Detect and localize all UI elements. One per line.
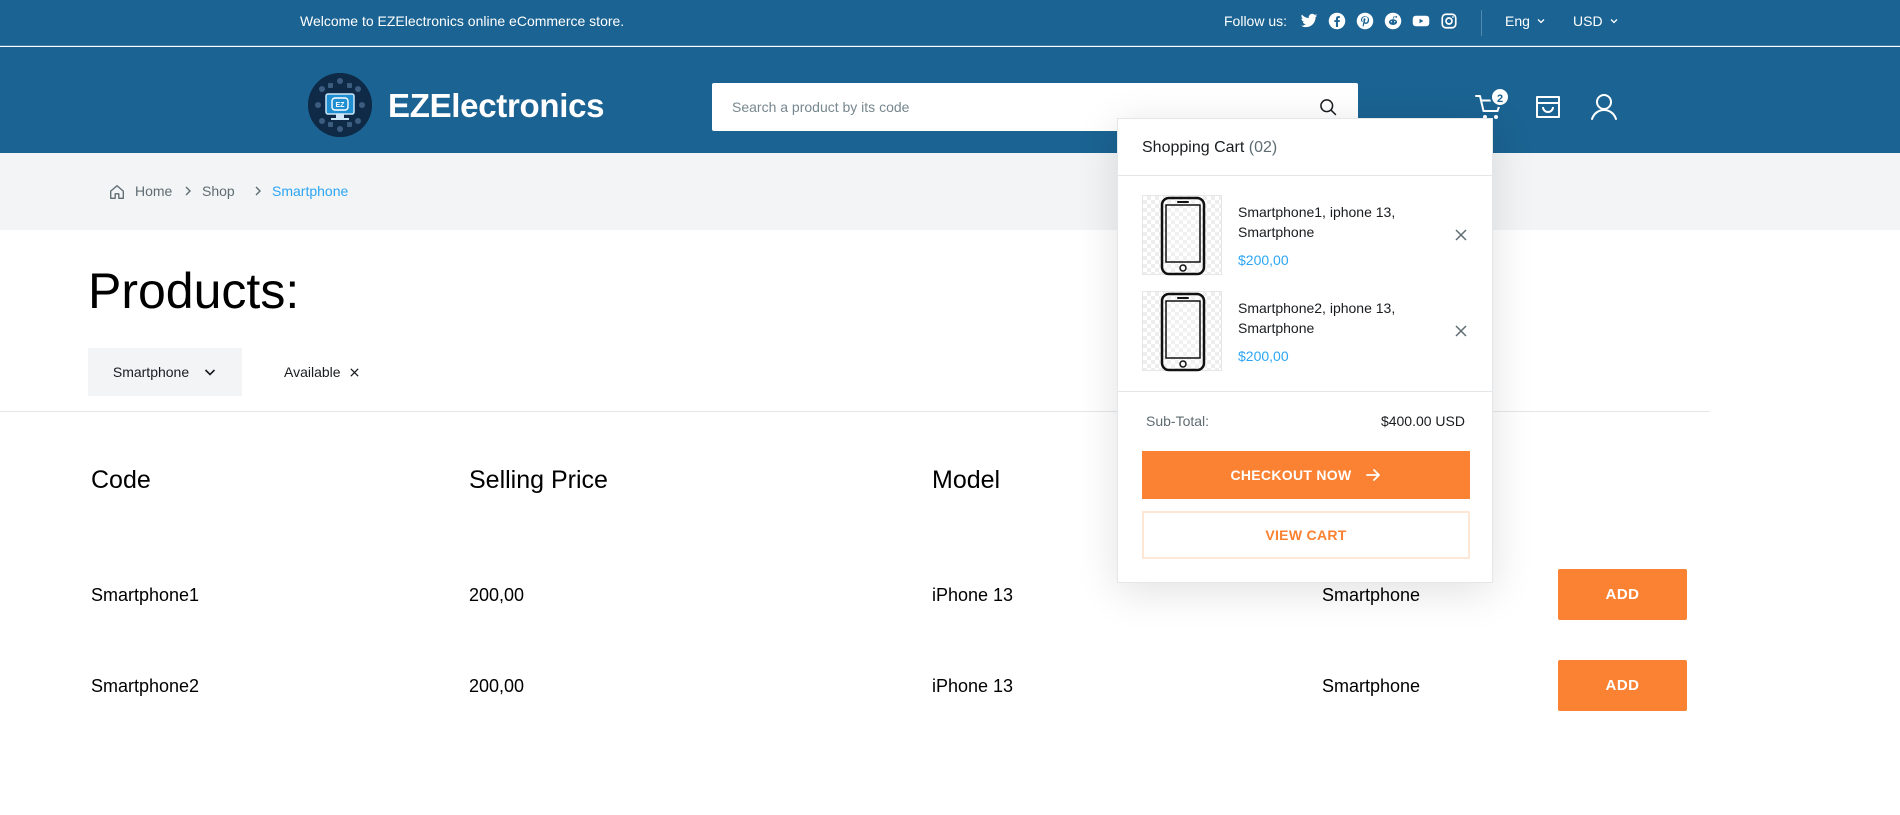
row-code: Smartphone2 [91,676,200,696]
category-filter-value: Smartphone [112,364,190,380]
chevron-down-icon [205,369,216,376]
remove-item-icon[interactable] [1453,227,1469,243]
product-thumbnail[interactable] [1142,291,1222,372]
twitter-icon[interactable] [1300,12,1318,30]
subtotal-label: Sub-Total: [1146,413,1210,429]
cart-item-count: (02) [1248,139,1278,156]
follow-us-label: Follow us: [1224,13,1288,29]
availability-filter-chip[interactable]: Available [284,364,360,380]
currency-select[interactable]: USD [1573,13,1619,29]
divider [1118,391,1492,392]
pinterest-icon[interactable] [1356,12,1374,30]
view-cart-button[interactable]: VIEW CART [1142,511,1470,559]
smartphone-icon [1160,196,1206,276]
reddit-icon[interactable] [1384,12,1402,30]
currency-value: USD [1573,13,1603,29]
row-model: iPhone 13 [932,676,1014,696]
row-model: iPhone 13 [932,585,1014,605]
cart-item-price: $200,00 [1238,348,1289,364]
youtube-icon[interactable] [1412,12,1430,30]
cart-item-name[interactable]: Smartphone1, iphone 13, Smartphone [1238,202,1438,242]
language-value: Eng [1505,13,1530,29]
chevron-right-icon [185,186,191,196]
chip-label: Available [284,364,341,380]
add-to-cart-button[interactable]: ADD [1558,660,1687,711]
welcome-message: Welcome to EZElectronics online eCommerc… [300,13,625,29]
cart-item-name[interactable]: Smartphone2, iphone 13, Smartphone [1238,298,1438,338]
search-icon[interactable] [1318,97,1338,117]
main-header: EZ EZElectronics 2 [0,47,1900,153]
cart-item-price: $200,00 [1238,252,1289,268]
row-price: 200,00 [469,676,525,696]
cart-title: Shopping Cart (02) [1142,139,1277,157]
breadcrumb-smartphone[interactable]: Smartphone [272,183,348,199]
instagram-icon[interactable] [1440,12,1458,30]
chevron-down-icon [1610,19,1618,24]
chevron-down-icon [1537,19,1545,24]
breadcrumb: Home Shop Smartphone [0,153,1900,230]
column-header-selling-price: Selling Price [469,466,608,494]
chevron-right-icon [255,186,261,196]
checkout-now-button[interactable]: CHECKOUT NOW [1142,451,1470,499]
close-icon[interactable] [349,367,360,378]
top-bar: Welcome to EZElectronics online eCommerc… [0,0,1900,46]
shopping-cart-dropdown: Shopping Cart (02) Smartphone1, iphone 1… [1117,118,1493,583]
column-header-code: Code [91,466,151,494]
page-title: Products: [88,263,300,319]
add-to-cart-button[interactable]: ADD [1558,569,1687,620]
remove-item-icon[interactable] [1453,323,1469,339]
shopping-bag-icon[interactable] [1532,91,1564,123]
column-header-model: Model [932,466,1001,494]
logo-text[interactable]: EZElectronics [388,87,604,125]
breadcrumb-home[interactable]: Home [135,183,172,199]
cart-count-badge: 2 [1490,87,1510,107]
topbar-divider [1481,10,1482,36]
row-category: Smartphone [1322,585,1421,605]
row-category: Smartphone [1322,676,1421,696]
row-code: Smartphone1 [91,585,200,605]
language-select[interactable]: Eng [1505,13,1546,29]
row-price: 200,00 [469,585,525,605]
product-thumbnail[interactable] [1142,195,1222,276]
logo-icon[interactable]: EZ [308,73,372,137]
category-filter-dropdown[interactable]: Smartphone [88,348,242,396]
arrow-right-icon [1365,469,1380,481]
checkout-label: CHECKOUT NOW [1230,467,1352,483]
divider [1118,175,1492,176]
facebook-icon[interactable] [1328,12,1346,30]
breadcrumb-shop[interactable]: Shop [202,183,235,199]
user-icon[interactable] [1588,91,1620,123]
smartphone-icon [1160,292,1206,372]
subtotal-value: $400.00 USD [1380,413,1465,429]
home-icon[interactable] [108,183,126,201]
cart-title-text: Shopping Cart [1142,139,1245,156]
svg-text:EZ: EZ [336,102,346,109]
